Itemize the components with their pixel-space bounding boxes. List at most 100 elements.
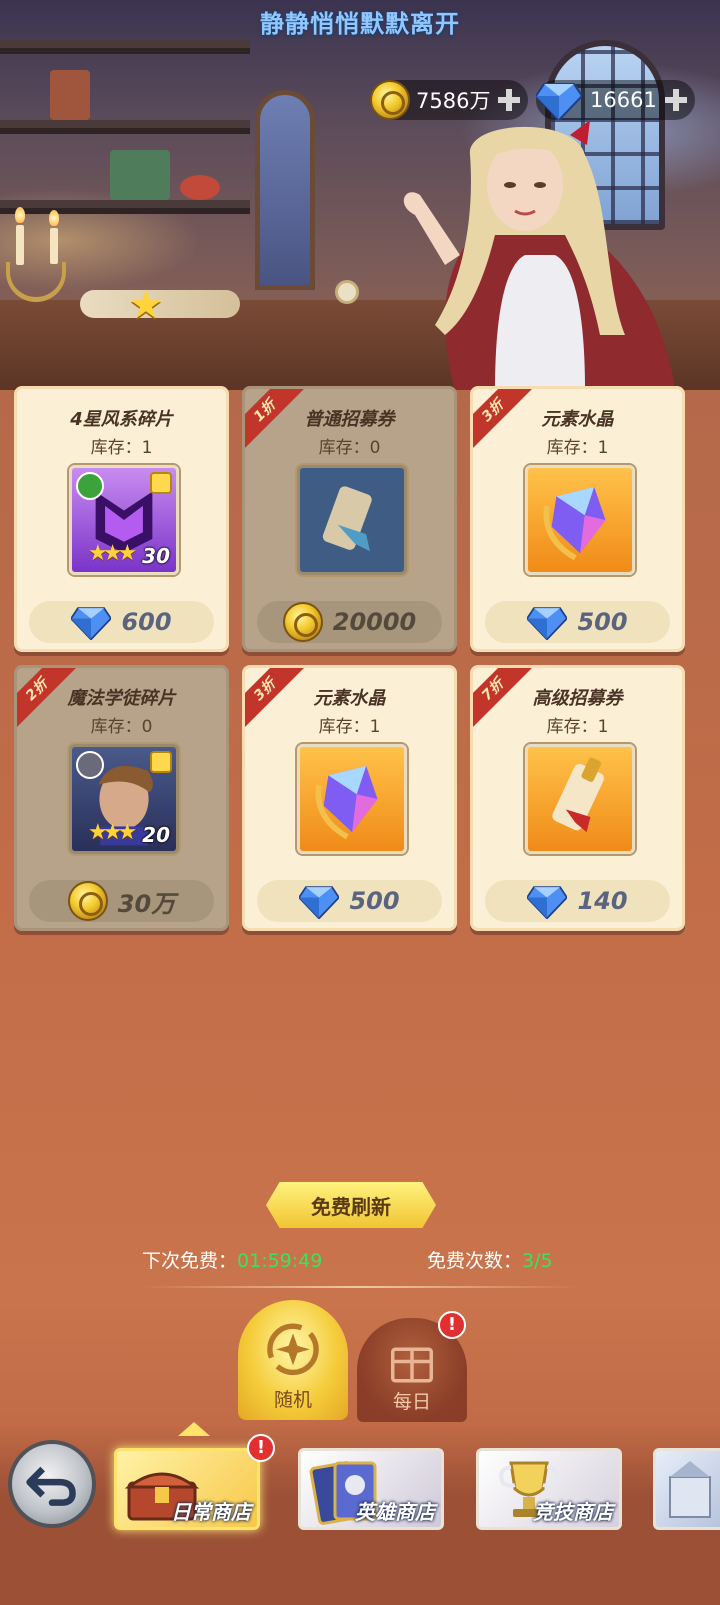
- buy-button[interactable]: 30万: [29, 880, 214, 922]
- refresh-star-icon: [267, 1323, 319, 1376]
- buy-button[interactable]: 20000: [257, 601, 442, 643]
- shop-item-card[interactable]: 2折 魔法学徒碎片 库存：0 ★★★ 20 30万: [14, 665, 229, 931]
- star-rating: ★★★: [88, 820, 137, 845]
- apples: [180, 175, 220, 200]
- shelf-box: [50, 70, 90, 120]
- diamond-icon: [527, 604, 568, 640]
- puzzle-piece-icon: [150, 751, 172, 773]
- item-name: 4星风系碎片: [70, 409, 173, 430]
- free-refresh-button[interactable]: 免费刷新: [266, 1182, 436, 1228]
- candelabra: [6, 262, 66, 302]
- puzzle-piece-icon: [150, 472, 172, 494]
- diamond-icon: [536, 80, 582, 120]
- element-crystal-icon: [525, 465, 635, 575]
- shop-tab-label: 日常商店: [171, 1500, 251, 1524]
- item-stock: 库存：1: [546, 717, 609, 737]
- shop-tab-arena[interactable]: 竞技商店: [476, 1448, 622, 1530]
- scroll-icon: [297, 465, 407, 575]
- diamond-icon: [71, 604, 112, 640]
- candle: [16, 225, 24, 265]
- diamond-icon: [299, 883, 340, 919]
- shelf-box: [110, 150, 170, 200]
- wind-hero-shard-icon: ★★★ 30: [69, 465, 179, 575]
- item-name: 元素水晶: [541, 409, 614, 430]
- gold-coin-icon: [370, 80, 410, 120]
- add-diamond-button[interactable]: [663, 87, 689, 113]
- castle-icon: [669, 1461, 711, 1518]
- item-stock: 库存：0: [90, 717, 153, 737]
- item-stock: 库存：1: [546, 438, 609, 458]
- item-price: 20000: [332, 608, 417, 636]
- add-gold-button[interactable]: [496, 87, 522, 113]
- flame: [15, 207, 25, 223]
- diamond-balance: 16661: [536, 80, 695, 120]
- item-level: 30: [142, 544, 170, 568]
- diamond-icon: [527, 883, 568, 919]
- item-name: 元素水晶: [313, 688, 386, 709]
- gold-balance: 7586万: [370, 80, 529, 120]
- shop-item-card[interactable]: 3折 元素水晶 库存：1 500: [470, 386, 685, 652]
- shop-tab-hero[interactable]: 英雄商店: [298, 1448, 444, 1530]
- next-free-timer: 下次免费：01:59:49: [142, 1246, 322, 1273]
- shopkeeper-character: [403, 120, 675, 390]
- item-stock: 库存：1: [318, 717, 381, 737]
- shop-item-card[interactable]: 1折 普通招募券 库存：0 20000: [242, 386, 457, 652]
- divider: [140, 1286, 580, 1288]
- active-shop-indicator: [178, 1422, 210, 1436]
- free-count-value: 3/5: [522, 1250, 553, 1272]
- next-free-label: 下次免费：: [142, 1250, 238, 1272]
- gold-coin-icon: [282, 602, 323, 642]
- item-price: 500: [349, 887, 400, 915]
- shop-item-card[interactable]: 7折 高级招募券 库存：1 140: [470, 665, 685, 931]
- arcane-element-icon: [76, 751, 104, 779]
- shelf: [0, 40, 250, 54]
- shop-tab-daily[interactable]: 日常商店: [114, 1448, 260, 1530]
- shop-tab-label: 竞技商店: [533, 1500, 613, 1524]
- shop-header-scene: ★: [0, 0, 720, 390]
- pocket-watch-icon: [335, 280, 359, 304]
- item-price: 30万: [117, 889, 176, 918]
- arched-door: [255, 90, 315, 290]
- free-count: 免费次数：3/5: [427, 1246, 553, 1273]
- shop-item-card[interactable]: 4星风系碎片 库存：1 ★★★ 30 600: [14, 386, 229, 652]
- notification-badge: !: [247, 1434, 275, 1462]
- candle: [50, 228, 58, 264]
- wind-element-icon: [76, 472, 104, 500]
- tab-random[interactable]: 随机: [238, 1300, 348, 1420]
- item-name: 魔法学徒碎片: [67, 688, 176, 709]
- next-free-time: 01:59:49: [237, 1250, 323, 1272]
- free-count-label: 免费次数：: [427, 1250, 523, 1272]
- apprentice-hero-shard-icon: ★★★ 20: [69, 744, 179, 854]
- gold-value: 7586万: [416, 89, 491, 113]
- star-icon: ★: [128, 282, 164, 328]
- item-price: 500: [577, 608, 628, 636]
- item-level: 20: [142, 823, 170, 847]
- back-button[interactable]: [8, 1440, 96, 1528]
- tab-label: 每日: [392, 1391, 431, 1413]
- flame: [49, 210, 59, 226]
- item-stock: 库存：0: [318, 438, 381, 458]
- buy-button[interactable]: 140: [485, 880, 670, 922]
- page-title: 静静悄悄默默离开: [260, 10, 460, 38]
- shop-tab-more[interactable]: [653, 1448, 720, 1530]
- back-arrow-icon: [26, 1466, 76, 1506]
- shop-item-card[interactable]: 3折 元素水晶 库存：1 500: [242, 665, 457, 931]
- item-price: 140: [577, 887, 628, 915]
- item-stock: 库存：1: [90, 438, 153, 458]
- tab-label: 随机: [273, 1389, 312, 1411]
- shop-tab-label: 英雄商店: [355, 1500, 435, 1524]
- item-name: 普通招募券: [304, 409, 395, 430]
- element-crystal-icon: [297, 744, 407, 854]
- shelf: [0, 200, 250, 214]
- gold-coin-icon: [67, 881, 108, 921]
- buy-button[interactable]: 500: [257, 880, 442, 922]
- buy-button[interactable]: 600: [29, 601, 214, 643]
- gold-scroll-icon: [525, 744, 635, 854]
- diamond-value: 16661: [590, 88, 657, 112]
- notification-badge: !: [438, 1311, 466, 1339]
- star-rating: ★★★: [88, 541, 137, 566]
- item-name: 高级招募券: [532, 688, 623, 709]
- shelf: [0, 120, 250, 134]
- buy-button[interactable]: 500: [485, 601, 670, 643]
- item-price: 600: [121, 608, 172, 636]
